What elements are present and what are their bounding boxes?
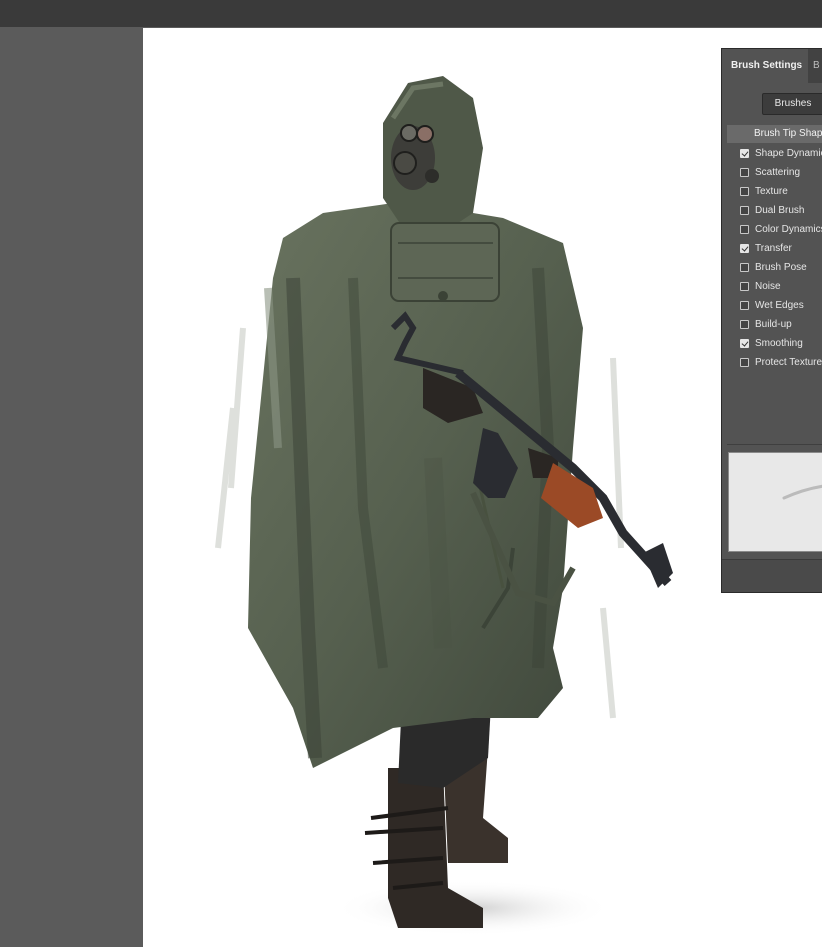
option-texture[interactable]: Texture xyxy=(727,182,822,201)
tab-brushes-partial[interactable]: B xyxy=(813,49,820,83)
option-label: Color Dynamics xyxy=(755,224,822,235)
option-label: Brush Pose xyxy=(755,262,807,273)
checkbox-transfer[interactable] xyxy=(740,244,749,253)
checkbox-smoothing[interactable] xyxy=(740,339,749,348)
option-label: Shape Dynamics xyxy=(755,148,822,159)
brush-settings-panel: Brush Settings B Brushes Brush Tip Shape… xyxy=(721,48,822,593)
option-build-up[interactable]: Build-up xyxy=(727,315,822,334)
brush-tip-shape-item[interactable]: Brush Tip Shape xyxy=(727,125,822,143)
option-label: Smoothing xyxy=(755,338,803,349)
option-dual-brush[interactable]: Dual Brush xyxy=(727,201,822,220)
option-shape-dynamics[interactable]: Shape Dynamics xyxy=(727,144,822,163)
brush-stroke-preview xyxy=(728,452,822,552)
option-label: Protect Texture xyxy=(755,357,822,368)
panel-divider xyxy=(727,444,822,445)
checkbox-brush-pose[interactable] xyxy=(740,263,749,272)
checkbox-noise[interactable] xyxy=(740,282,749,291)
chest-pouch-shape xyxy=(390,222,500,302)
option-label: Scattering xyxy=(755,167,801,178)
checkbox-protect-texture[interactable] xyxy=(740,358,749,367)
checkbox-scattering[interactable] xyxy=(740,168,749,177)
option-label: Texture xyxy=(755,186,788,197)
app-top-bar xyxy=(0,0,822,27)
checkbox-wet-edges[interactable] xyxy=(740,301,749,310)
option-label: Dual Brush xyxy=(755,205,805,216)
option-label: Build-up xyxy=(755,319,792,330)
option-protect-texture[interactable]: Protect Texture xyxy=(727,353,822,372)
option-label: Noise xyxy=(755,281,781,292)
tab-brush-settings[interactable]: Brush Settings xyxy=(722,49,808,83)
option-smoothing[interactable]: Smoothing xyxy=(727,334,822,353)
option-noise[interactable]: Noise xyxy=(727,277,822,296)
brushes-button[interactable]: Brushes xyxy=(762,93,822,115)
option-label: Wet Edges xyxy=(755,300,804,311)
brush-options-list: Brush Tip Shape Shape Dynamics Scatterin… xyxy=(727,125,822,372)
checkbox-dual-brush[interactable] xyxy=(740,206,749,215)
checkbox-texture[interactable] xyxy=(740,187,749,196)
option-color-dynamics[interactable]: Color Dynamics xyxy=(727,220,822,239)
panel-footer xyxy=(722,559,822,592)
checkbox-build-up[interactable] xyxy=(740,320,749,329)
option-brush-pose[interactable]: Brush Pose xyxy=(727,258,822,277)
option-scattering[interactable]: Scattering xyxy=(727,163,822,182)
checkbox-shape-dynamics[interactable] xyxy=(740,149,749,158)
option-transfer[interactable]: Transfer xyxy=(727,239,822,258)
checkbox-color-dynamics[interactable] xyxy=(740,225,749,234)
panel-tab-bar: Brush Settings B xyxy=(722,49,822,83)
brush-stroke-icon xyxy=(782,484,822,500)
option-label: Transfer xyxy=(755,243,792,254)
option-wet-edges[interactable]: Wet Edges xyxy=(727,296,822,315)
